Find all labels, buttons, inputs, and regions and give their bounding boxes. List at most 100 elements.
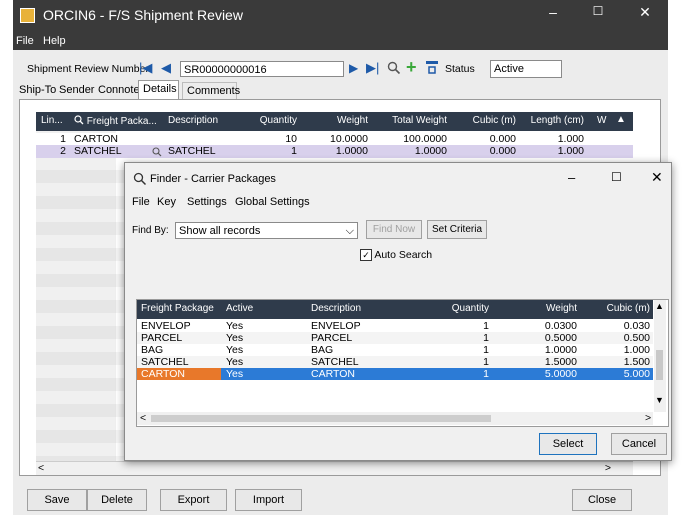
cancel-button[interactable]: Cancel [611, 433, 667, 455]
row2-quantity: 1 [291, 145, 297, 157]
col-total-weight[interactable]: Total Weight [381, 115, 447, 126]
finder-vscroll-thumb[interactable] [656, 350, 663, 380]
finder-cell-cubic: 0.030 [623, 320, 650, 332]
finder-hscroll-right-icon[interactable]: > [645, 412, 651, 424]
tab-comments[interactable]: Comments [182, 82, 240, 99]
finder-table-row[interactable]: BAG Yes BAG 1 1.0000 1.000 [137, 344, 653, 356]
col-weight[interactable]: Weight [308, 115, 368, 126]
finder-menu-file[interactable]: File [132, 196, 150, 208]
finder-cell-package: BAG [141, 344, 164, 356]
find-by-select[interactable]: Show all records ⌵ [175, 222, 358, 239]
finder-cell-description: ENVELOP [311, 320, 361, 332]
finder-cell-cubic: 5.000 [623, 368, 650, 380]
prev-record-icon[interactable]: ◀ [161, 60, 171, 76]
finder-close-button[interactable]: ✕ [651, 169, 663, 186]
search-icon[interactable] [387, 61, 401, 75]
row1-quantity: 10 [285, 133, 297, 145]
col-freight-package-label: Freight Packa... [86, 116, 157, 127]
finder-table-row[interactable]: PARCEL Yes PARCEL 1 0.5000 0.500 [137, 332, 653, 344]
table-row[interactable]: 2 SATCHEL SATCHEL 1 1.0000 1.0000 0.000 … [36, 145, 633, 158]
tab-details[interactable]: Details [138, 80, 179, 100]
finder-cell-weight: 0.5000 [544, 332, 577, 344]
finder-maximize-button[interactable]: ☐ [611, 170, 622, 184]
finder-cell-cubic: 1.000 [623, 344, 650, 356]
col-length[interactable]: Length (cm) [526, 115, 584, 126]
find-by-value: Show all records [179, 225, 261, 237]
finder-vscrollbar[interactable]: ▲ ▼ [654, 300, 666, 412]
finder-table-row[interactable]: ENVELOP Yes ENVELOP 1 0.0300 0.030 [137, 320, 653, 332]
status-label: Status [445, 63, 475, 75]
finder-title: Finder - Carrier Packages [150, 173, 276, 185]
delete-button[interactable]: Delete [87, 489, 147, 511]
tab-connote[interactable]: Connote [94, 82, 140, 99]
finder-col-description[interactable]: Description [311, 303, 361, 314]
minimize-button[interactable]: – [533, 4, 573, 20]
close-button[interactable]: Close [572, 489, 632, 511]
finder-table-row[interactable]: CARTON Yes CARTON 1 5.0000 5.000 [137, 368, 653, 380]
review-number-label: Shipment Review Number [27, 63, 149, 75]
menu-file[interactable]: File [16, 35, 34, 47]
finder-cell-description: BAG [311, 344, 334, 356]
finder-hscroll-left-icon[interactable]: < [140, 412, 146, 424]
row2-weight: 1.0000 [335, 145, 368, 157]
tab-sender[interactable]: Sender [55, 82, 94, 99]
row2-cubic: 0.000 [489, 145, 516, 157]
finder-cell-quantity: 1 [483, 356, 489, 368]
main-title-bar[interactable]: ORCIN6 - F/S Shipment Review – ☐ ✕ [13, 0, 668, 34]
col-quantity[interactable]: Quantity [241, 115, 297, 126]
finder-menu-global-settings[interactable]: Global Settings [235, 196, 310, 208]
save-record-icon[interactable] [425, 60, 439, 75]
details-grid-left-shade [36, 131, 116, 461]
hscroll-left-icon[interactable]: < [38, 462, 44, 474]
app-icon [20, 8, 35, 23]
next-record-icon[interactable]: ▶ [349, 61, 358, 75]
details-hscrollbar[interactable]: < > [36, 461, 633, 475]
finder-minimize-button[interactable]: – [568, 170, 575, 185]
auto-search-checkmark: ✓ [360, 249, 372, 262]
col-cubic[interactable]: Cubic (m) [461, 115, 516, 126]
finder-menu-key[interactable]: Key [157, 196, 176, 208]
col-freight-package[interactable]: Freight Packa... [74, 115, 157, 127]
finder-menu-settings[interactable]: Settings [187, 196, 227, 208]
set-criteria-button[interactable]: Set Criteria [427, 220, 487, 239]
finder-scroll-up-icon[interactable]: ▲ [655, 301, 664, 311]
find-now-button[interactable]: Find Now [366, 220, 422, 239]
finder-col-cubic[interactable]: Cubic (m) [592, 303, 650, 314]
export-button[interactable]: Export [160, 489, 227, 511]
finder-col-quantity[interactable]: Quantity [419, 303, 489, 314]
import-button[interactable]: Import [235, 489, 302, 511]
col-w[interactable]: W [597, 115, 606, 126]
finder-hscroll-thumb[interactable] [151, 415, 491, 422]
select-button[interactable]: Select [539, 433, 597, 455]
auto-search-checkbox[interactable]: ✓ Auto Search [360, 249, 432, 262]
first-record-icon[interactable]: |◀ [139, 60, 152, 76]
row2-length: 1.000 [557, 145, 584, 157]
window-title: ORCIN6 - F/S Shipment Review [43, 7, 243, 23]
finder-cell-weight: 5.0000 [544, 368, 577, 380]
col-line[interactable]: Lin... [41, 115, 63, 126]
hscroll-right-icon[interactable]: > [605, 462, 611, 474]
finder-scroll-down-icon[interactable]: ▼ [655, 395, 664, 405]
tab-ship-to[interactable]: Ship-To [15, 82, 56, 99]
finder-hscrollbar[interactable]: < > [137, 412, 653, 425]
finder-col-freight-package[interactable]: Freight Package [141, 303, 214, 314]
finder-col-active[interactable]: Active [226, 303, 253, 314]
close-window-button[interactable]: ✕ [625, 4, 665, 21]
finder-table-row[interactable]: SATCHEL Yes SATCHEL 1 1.5000 1.500 [137, 356, 653, 368]
finder-cell-active: Yes [226, 344, 244, 356]
maximize-button[interactable]: ☐ [578, 4, 618, 18]
finder-cell-weight: 0.0300 [544, 320, 577, 332]
last-record-icon[interactable]: ▶| [366, 60, 379, 76]
row2-lookup-icon[interactable] [152, 147, 162, 157]
add-icon[interactable]: + [406, 57, 417, 78]
finder-col-weight[interactable]: Weight [517, 303, 577, 314]
finder-cell-package: ENVELOP [141, 320, 191, 332]
review-number-input[interactable]: SR00000000016 [180, 61, 344, 77]
row1-line: 1 [60, 133, 66, 145]
col-description[interactable]: Description [168, 115, 218, 126]
table-row[interactable]: 1 CARTON 10 10.0000 100.0000 0.000 1.000 [36, 133, 633, 145]
save-button[interactable]: Save [27, 489, 87, 511]
row1-cubic: 0.000 [489, 133, 516, 145]
grid-scroll-up-icon[interactable]: ▲ [616, 114, 626, 125]
menu-help[interactable]: Help [43, 35, 66, 47]
